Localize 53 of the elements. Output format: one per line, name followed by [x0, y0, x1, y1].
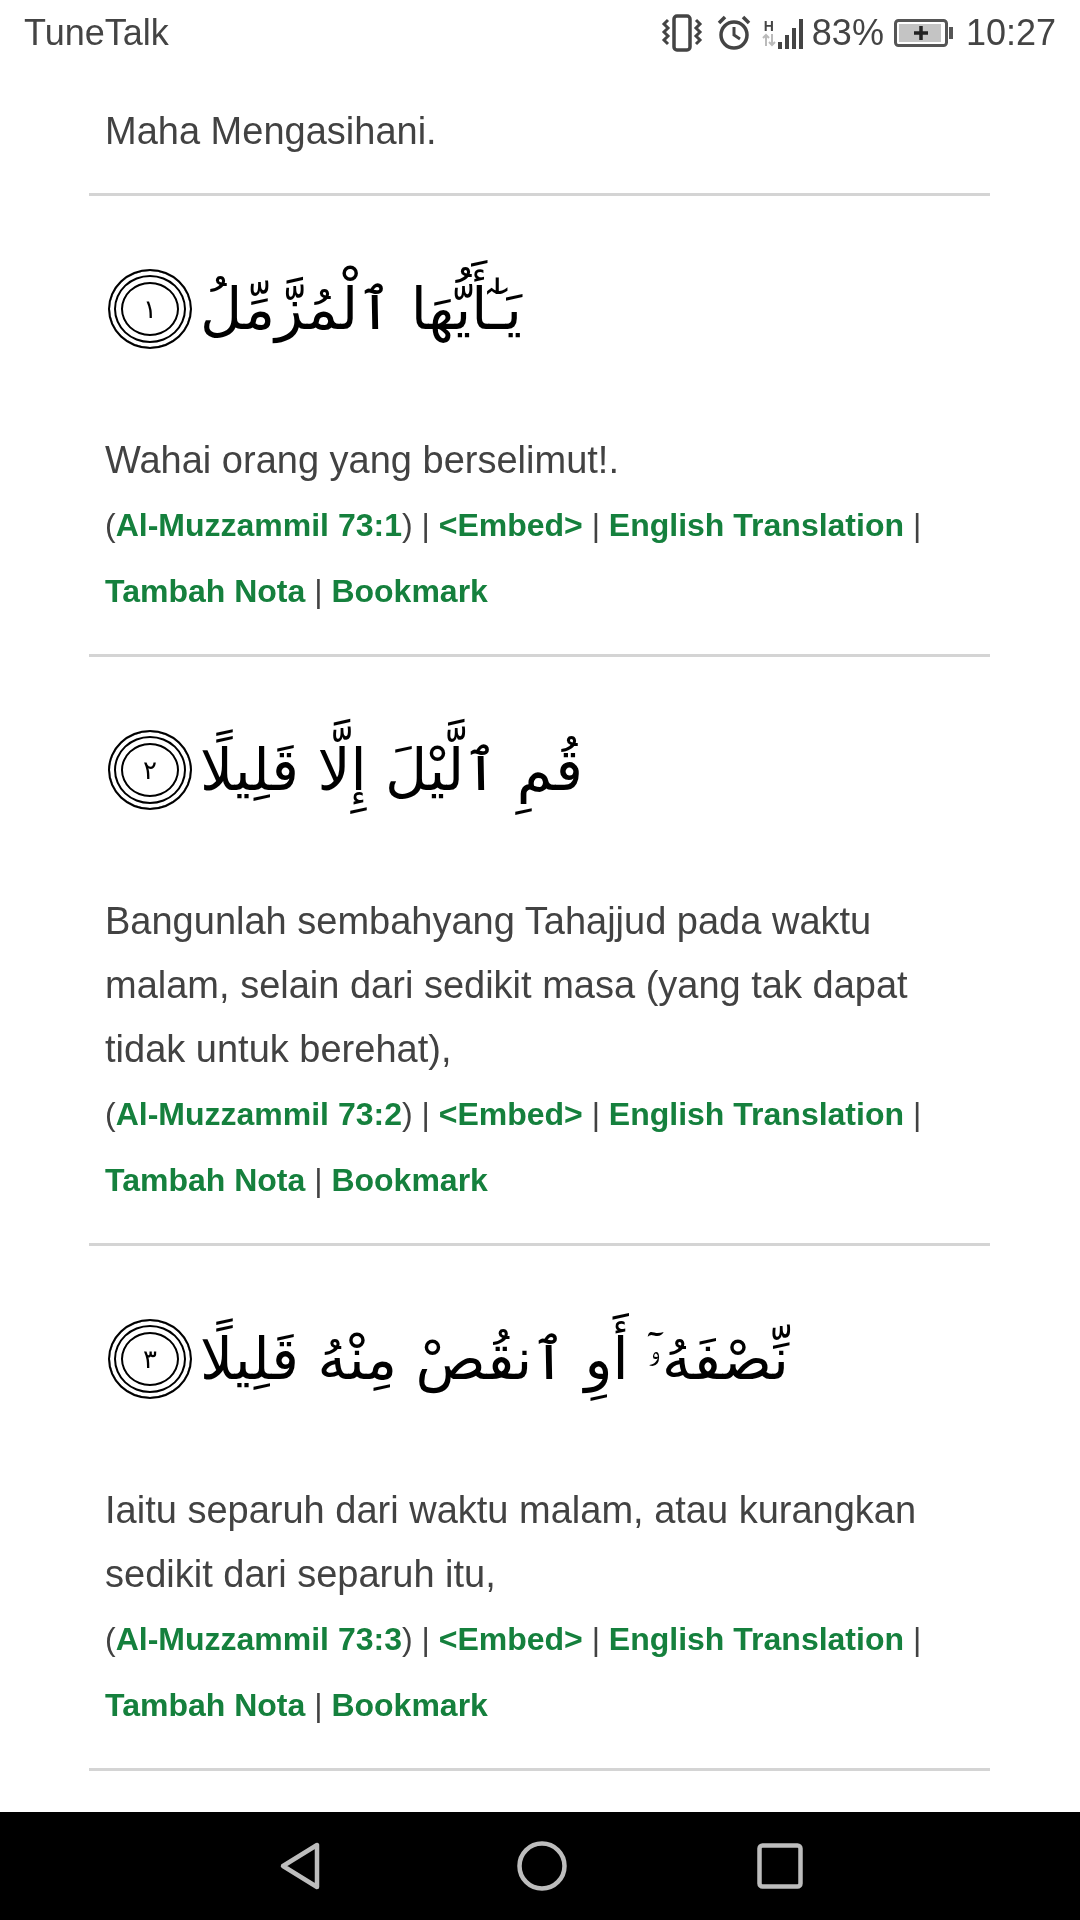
alarm-icon [715, 15, 752, 51]
verse-link[interactable]: Tambah Nota [105, 573, 306, 609]
verse-link[interactable]: <Embed> [438, 1096, 583, 1132]
verse-link[interactable]: English Translation [608, 507, 904, 543]
separator-text: | [421, 507, 430, 543]
verse-link[interactable]: Tambah Nota [105, 1687, 306, 1723]
verse-translation: Bangunlah sembahyang Tahajjud pada waktu malam, selain dari sedikit masa (yang tak dapat tidak untuk berehat), [104, 899, 909, 1072]
verse-link[interactable]: <Embed> [438, 507, 583, 543]
separator-text: | [591, 1096, 600, 1132]
bracket-text: ) [401, 1621, 413, 1657]
home-icon[interactable] [517, 1841, 567, 1891]
separator-text: | [314, 573, 323, 609]
verse-translation: Wahai orang yang berselimut!. [104, 438, 620, 483]
verse-link[interactable]: English Translation [608, 1621, 904, 1657]
bracket-text: ) [401, 507, 413, 543]
recent-apps-icon[interactable] [757, 1843, 803, 1889]
clock-time: 10:27 [965, 12, 1056, 54]
verse-link[interactable]: <Embed> [438, 1621, 583, 1657]
carrier-name: TuneTalk [24, 12, 170, 54]
separator-text: | [912, 1621, 922, 1657]
bracket-text: ( [105, 1621, 116, 1657]
network-type: H [763, 19, 774, 33]
separator-text: | [912, 507, 922, 543]
verse-number: ٣ [108, 1319, 192, 1399]
verse-link[interactable]: Bookmark [331, 1162, 488, 1198]
verse-translation: Iaitu separuh dari waktu malam, atau kurangkan sedikit dari separuh itu, [104, 1488, 918, 1597]
verse-link[interactable]: Al-Muzzammil 73:2 [115, 1096, 402, 1132]
verse-number: ١ [108, 269, 192, 349]
verse-number: ٢ [108, 730, 192, 810]
verse-link[interactable]: Al-Muzzammil 73:3 [115, 1621, 402, 1657]
verse-link[interactable]: Al-Muzzammil 73:1 [115, 507, 402, 543]
separator-text: | [314, 1687, 323, 1723]
verse-link[interactable]: Tambah Nota [105, 1162, 306, 1198]
separator-text: | [314, 1162, 323, 1198]
verse-link[interactable]: Bookmark [331, 1687, 488, 1723]
data-arrows-icon [761, 33, 776, 47]
separator-text: | [421, 1621, 430, 1657]
arabic-verse: يَـٰٓأَيُّهَا ٱلْمُزَّمِّلُ [200, 251, 522, 367]
arabic-verse: نِّصْفَهُۥٓ أَوِ ٱنقُصْ مِنْهُ قَلِيلًا [200, 1301, 789, 1417]
verse-link[interactable]: English Translation [608, 1096, 904, 1132]
separator-text: | [912, 1096, 922, 1132]
separator-text: | [591, 507, 600, 543]
bracket-text: ( [105, 507, 116, 543]
battery-percent: 83% [811, 12, 884, 54]
separator-text: | [591, 1621, 600, 1657]
arabic-verse: قُمِ ٱلَّيْلَ إِلَّا قَلِيلًا [200, 712, 583, 828]
separator-text: | [421, 1096, 430, 1132]
verse-link[interactable]: Bookmark [331, 573, 488, 609]
battery-charging-icon [893, 19, 954, 47]
intro-text: Maha Mengasihani. [104, 109, 438, 154]
bracket-text: ( [105, 1096, 116, 1132]
bracket-text: ) [401, 1096, 413, 1132]
vibrate-icon [659, 14, 704, 52]
